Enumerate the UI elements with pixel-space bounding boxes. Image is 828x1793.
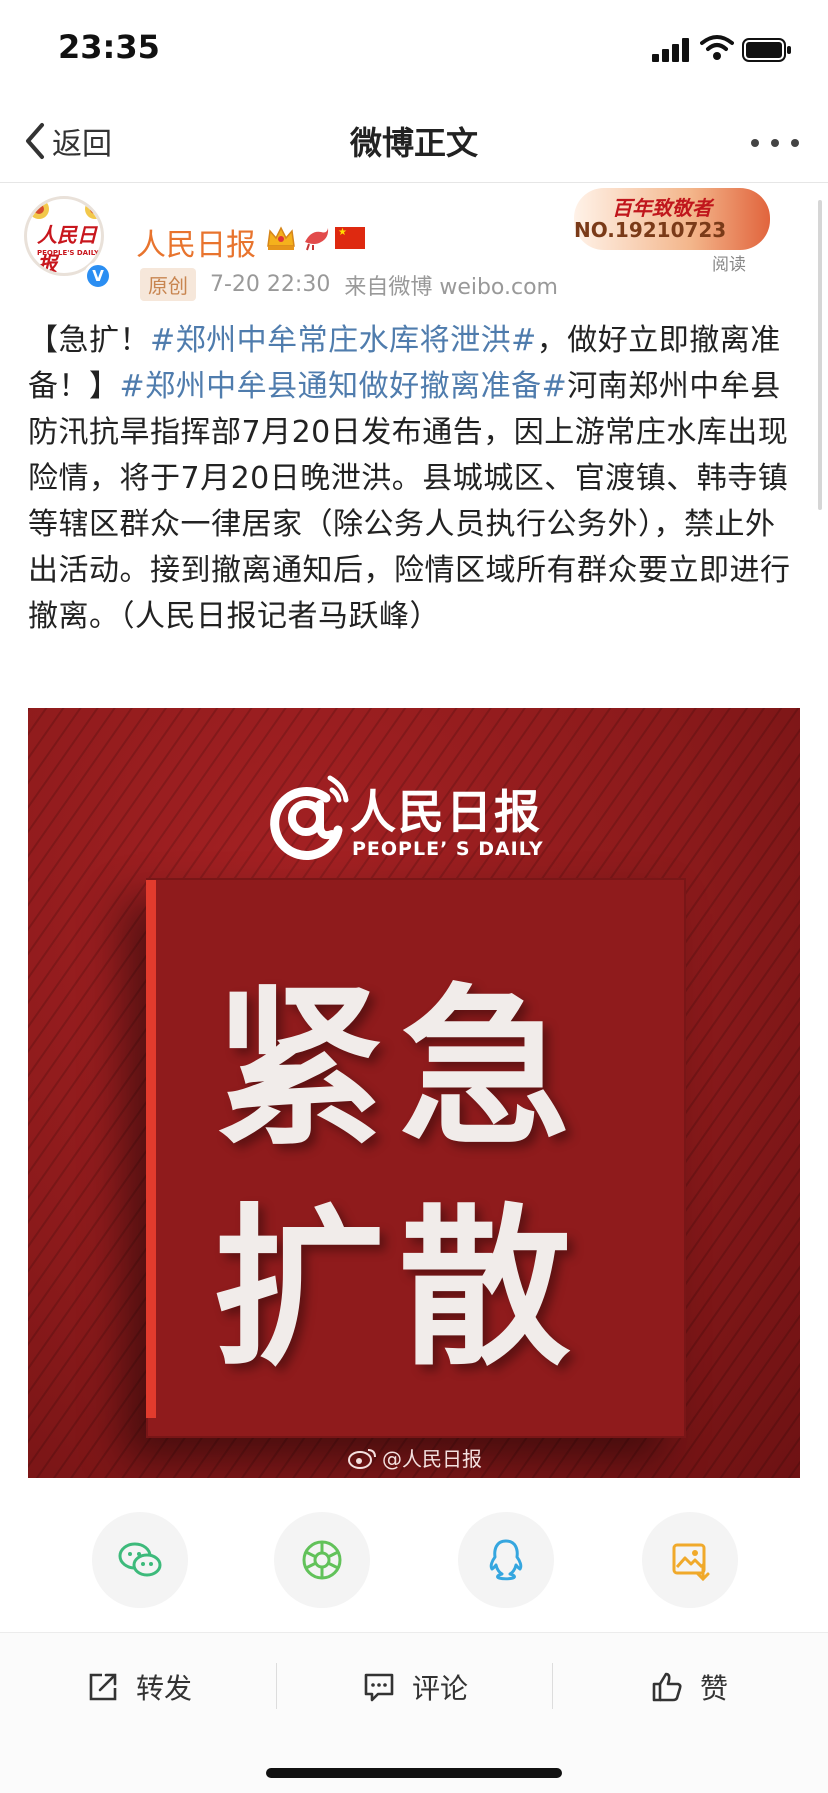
thumbs-up-icon — [652, 1672, 682, 1702]
save-image-button[interactable] — [642, 1512, 738, 1608]
reward-title: 百年致敬者 — [612, 196, 712, 220]
crown-badge-icon[interactable] — [265, 224, 297, 252]
comment-label: 评论 — [412, 1672, 469, 1705]
like-button[interactable]: 赞 — [650, 1661, 728, 1713]
original-badge: 原创 — [140, 268, 196, 301]
poster-headline-2: 扩散 — [213, 1188, 585, 1389]
post-meta: 原创 7-20 22:30 来自微博 weibo.com — [140, 268, 558, 301]
cellular-signal-icon — [652, 38, 689, 62]
repost-icon — [89, 1673, 117, 1701]
reads-label: 阅读 — [712, 255, 746, 275]
qq-icon — [489, 1539, 523, 1581]
nav-bar: 返回 微博正文 — [0, 100, 828, 183]
dove-badge-icon[interactable] — [301, 224, 331, 252]
more-options-icon[interactable] — [750, 138, 800, 148]
repost-label: 转发 — [136, 1672, 193, 1705]
hashtag-link[interactable]: #郑州中牟县通知做好撤离准备# — [120, 369, 568, 404]
post-text: 【急扩！#郑州中牟常庄水库将泄洪#，做好立即撤离准备！】#郑州中牟县通知做好撤离… — [28, 318, 800, 640]
hashtag-link[interactable]: #郑州中牟常庄水库将泄洪# — [150, 323, 537, 358]
status-bar: 23:35 — [0, 0, 828, 100]
home-indicator[interactable] — [266, 1768, 562, 1778]
post-text-segment: 【急扩！ — [28, 323, 150, 358]
battery-icon — [742, 38, 791, 62]
username[interactable]: 人民日报 — [136, 220, 256, 264]
status-time: 23:35 — [58, 28, 160, 66]
moments-icon — [302, 1540, 342, 1580]
comment-button[interactable]: 评论 — [362, 1661, 468, 1713]
wechat-icon — [118, 1542, 162, 1577]
peoples-daily-logo: 人民日报 PEOPLE’ S DAILY — [260, 768, 580, 878]
poster-accent-line — [146, 880, 156, 1418]
logo-chinese: 人民日报 — [350, 785, 542, 839]
poster-headline-1: 紧急 — [213, 968, 585, 1169]
reward-banner[interactable]: 百年致敬者 NO.19210723 — [574, 188, 770, 250]
share-moments-button[interactable] — [274, 1512, 370, 1608]
wifi-icon — [700, 35, 734, 60]
reward-number: NO.19210723 — [574, 218, 727, 242]
image-watermark: @人民日报 — [348, 1443, 482, 1472]
china-flag-icon — [335, 227, 365, 249]
weibo-logo-icon — [348, 1448, 376, 1469]
post-image[interactable]: 人民日报 PEOPLE’ S DAILY 紧急 扩散 @人民日报 — [28, 708, 800, 1478]
like-label: 赞 — [700, 1672, 729, 1705]
avatar-subtitle: PEOPLE'S DAILY — [37, 249, 100, 257]
page-title: 微博正文 — [349, 124, 478, 162]
post-source[interactable]: 来自微博 weibo.com — [344, 269, 558, 301]
logo-english: PEOPLE’ S DAILY — [352, 838, 544, 860]
action-divider — [552, 1663, 553, 1709]
share-row — [0, 1512, 828, 1612]
comment-icon — [364, 1673, 394, 1702]
user-badges — [265, 224, 365, 252]
action-divider — [276, 1663, 277, 1709]
watermark-text: @人民日报 — [382, 1447, 482, 1471]
post-time: 7-20 22:30 — [210, 272, 331, 297]
verified-badge-icon: V — [84, 262, 112, 290]
share-qq-button[interactable] — [458, 1512, 554, 1608]
at-sign-icon — [270, 775, 349, 860]
save-image-icon — [672, 1543, 710, 1582]
scrollbar[interactable] — [818, 200, 822, 510]
share-wechat-button[interactable] — [92, 1512, 188, 1608]
repost-button[interactable]: 转发 — [86, 1661, 192, 1713]
post-text-segment: 河南郑州中牟县防汛抗旱指挥部7月20日发布通告，因上游常庄水库出现险情，将于7月… — [28, 369, 791, 634]
